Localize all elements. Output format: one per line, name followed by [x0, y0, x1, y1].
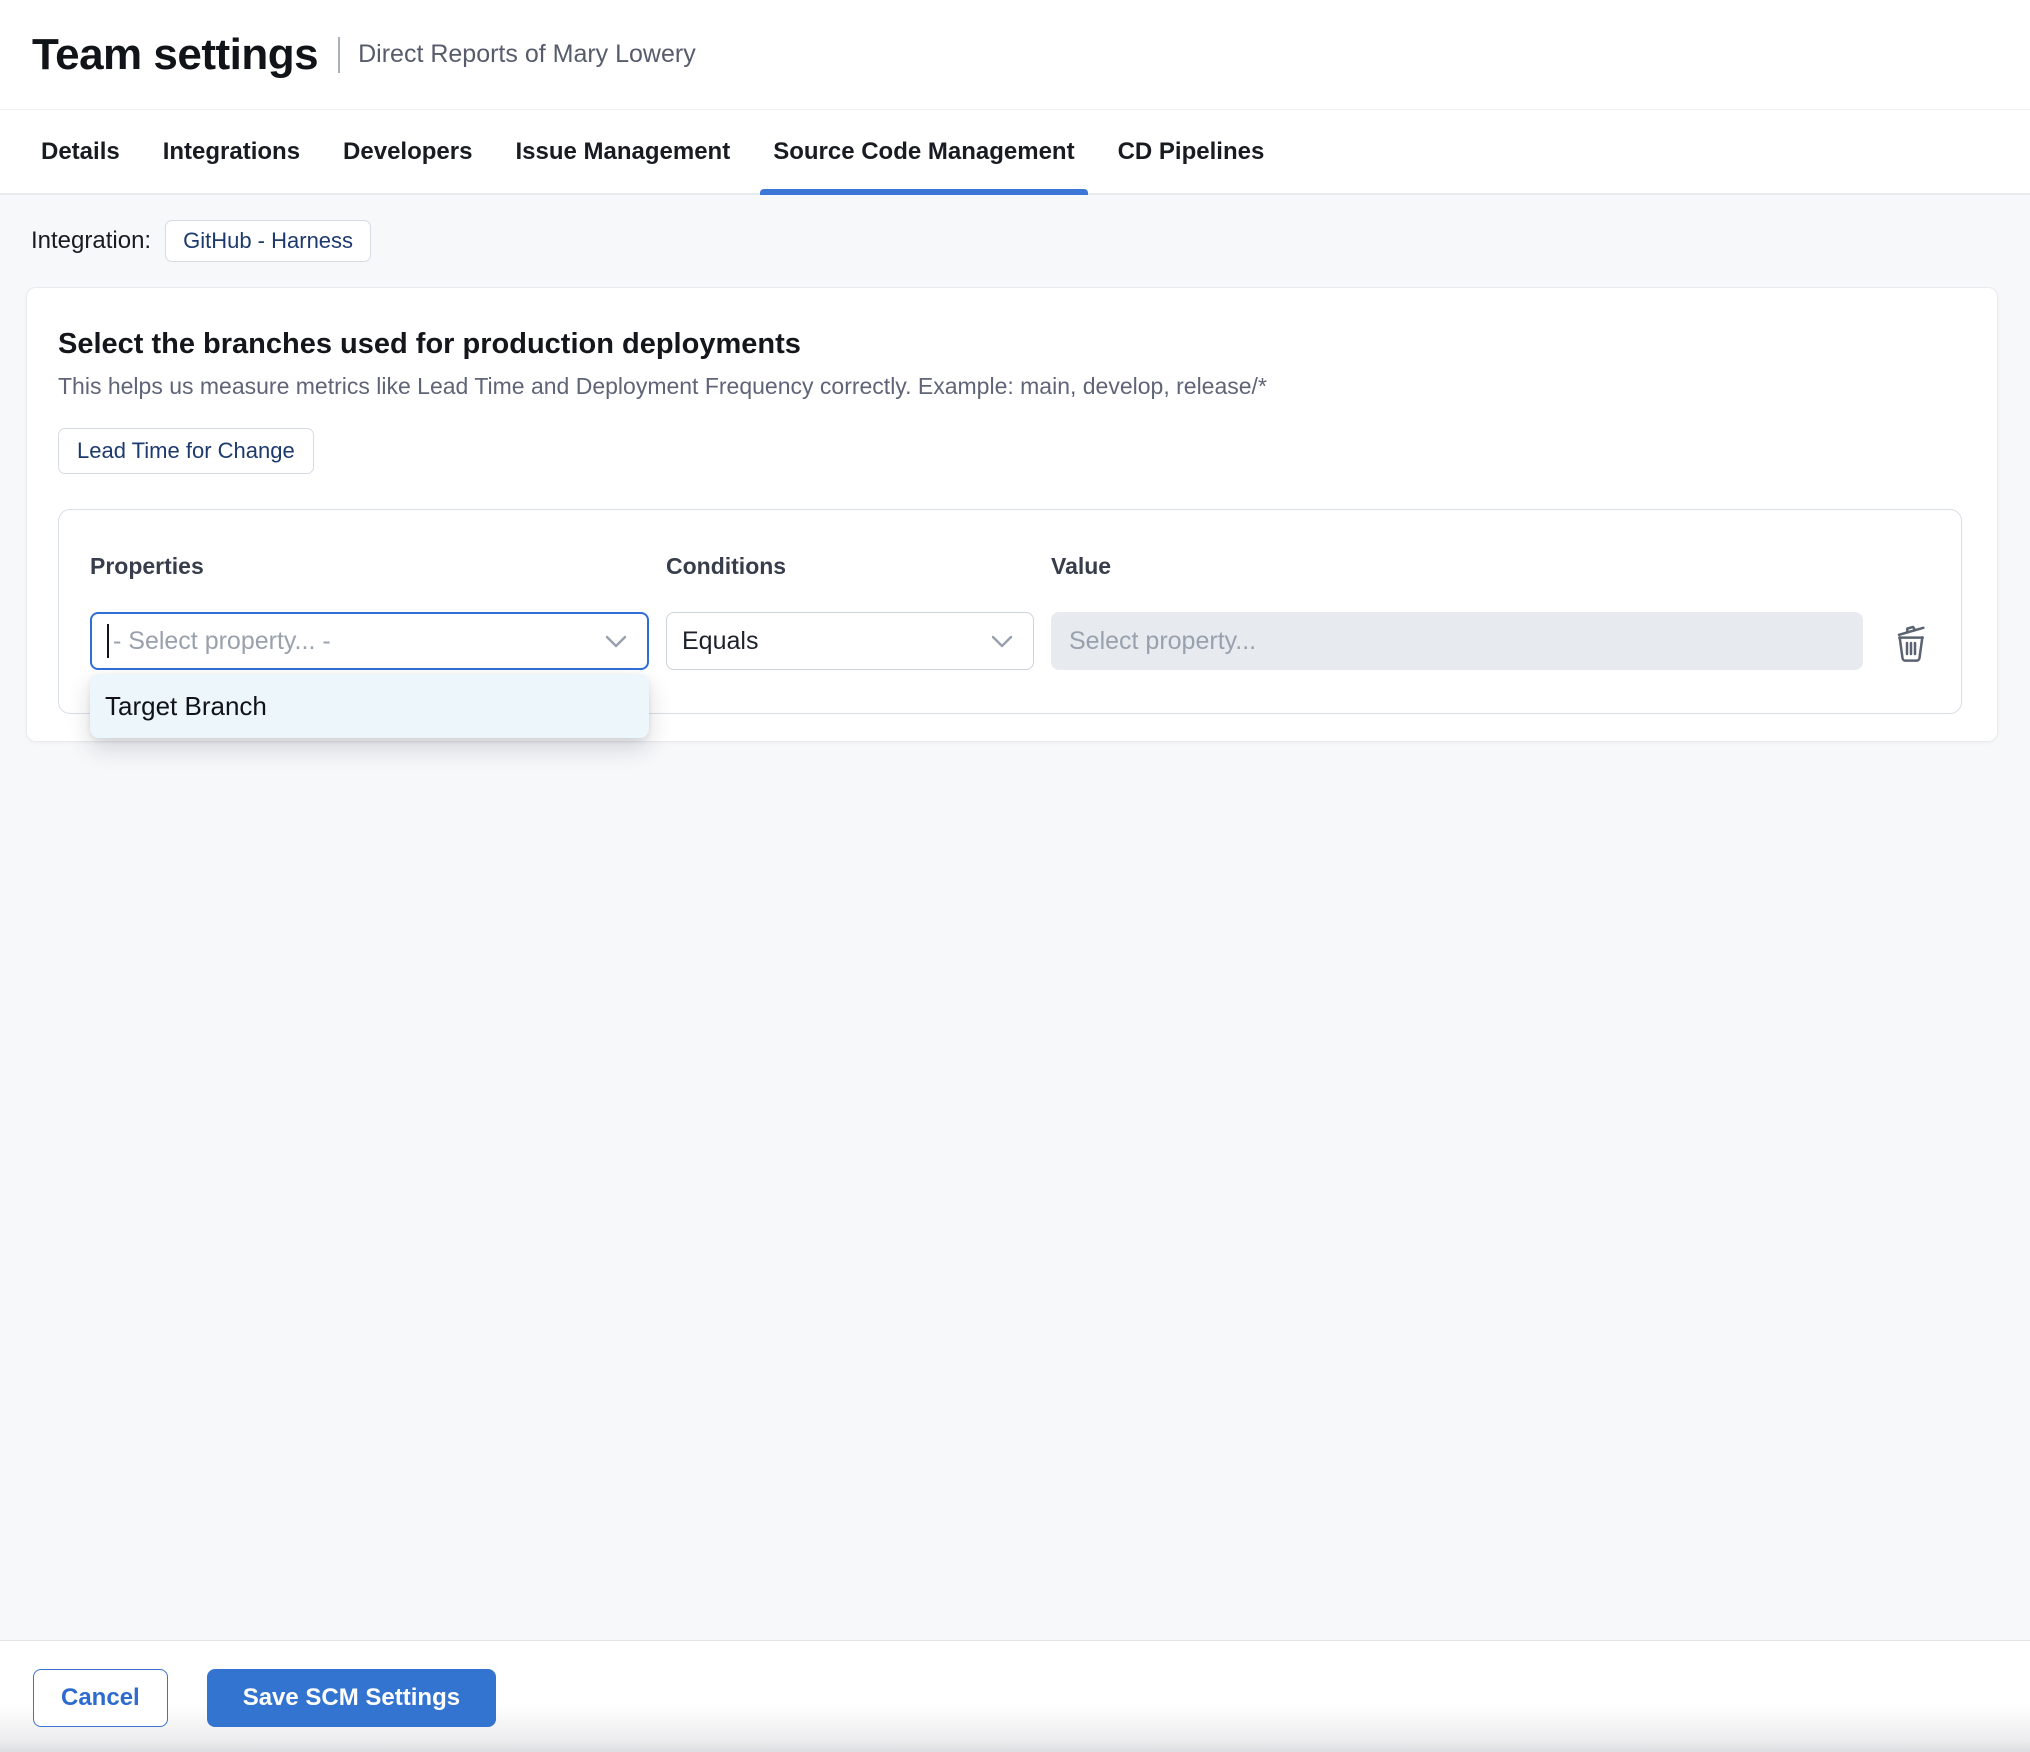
properties-column: Properties - Select property... - Target…	[90, 553, 649, 738]
save-scm-settings-button[interactable]: Save SCM Settings	[206, 1669, 497, 1727]
chevron-down-icon	[991, 635, 1013, 648]
page-title: Team settings	[32, 29, 319, 79]
page-header: Team settings Direct Reports of Mary Low…	[0, 0, 2030, 110]
conditions-column: Conditions Equals	[666, 553, 1034, 670]
value-label: Value	[1051, 553, 1112, 579]
trash-icon	[1891, 620, 1931, 667]
card-description: This helps us measure metrics like Lead …	[58, 373, 1267, 399]
card-heading: Select the branches used for production …	[58, 328, 801, 360]
branch-rule-box: Properties - Select property... - Target…	[58, 509, 1962, 738]
properties-label: Properties	[90, 553, 204, 579]
tab-developers[interactable]: Developers	[330, 110, 485, 193]
cancel-button[interactable]: Cancel	[33, 1669, 168, 1727]
chevron-down-icon	[605, 635, 627, 648]
integration-label: Integration:	[31, 227, 152, 254]
property-dropdown: Target Branch	[90, 674, 649, 738]
tab-bar: Details Integrations Developers Issue Ma…	[0, 110, 2030, 195]
tab-details[interactable]: Details	[28, 110, 133, 193]
property-select-placeholder: - Select property... -	[113, 626, 331, 655]
integration-chip[interactable]: GitHub - Harness	[165, 220, 372, 262]
condition-select-value: Equals	[682, 626, 759, 655]
property-select[interactable]: - Select property... -	[90, 612, 649, 670]
condition-select[interactable]: Equals	[666, 612, 1034, 670]
tab-issue-management[interactable]: Issue Management	[502, 110, 743, 193]
title-divider	[338, 36, 341, 73]
value-input[interactable]	[1051, 612, 1863, 670]
text-cursor	[107, 624, 109, 658]
dropdown-option-target-branch[interactable]: Target Branch	[90, 674, 649, 738]
tab-integrations[interactable]: Integrations	[150, 110, 313, 193]
team-settings-page: Team settings Direct Reports of Mary Low…	[0, 0, 2030, 1752]
value-column: Value	[1051, 553, 1863, 670]
integration-row: Integration: GitHub - Harness	[31, 220, 372, 262]
page-subtitle: Direct Reports of Mary Lowery	[358, 40, 696, 68]
scm-settings-card: Select the branches used for production …	[26, 287, 1998, 742]
lead-time-chip[interactable]: Lead Time for Change	[58, 428, 314, 474]
conditions-label: Conditions	[666, 553, 787, 579]
footer-bar: Cancel Save SCM Settings	[0, 1640, 2030, 1752]
delete-rule-button[interactable]	[1889, 618, 1933, 668]
tab-source-code-management[interactable]: Source Code Management	[760, 110, 1089, 195]
tab-cd-pipelines[interactable]: CD Pipelines	[1105, 110, 1278, 193]
rule-row: Properties - Select property... - Target…	[90, 553, 1961, 738]
